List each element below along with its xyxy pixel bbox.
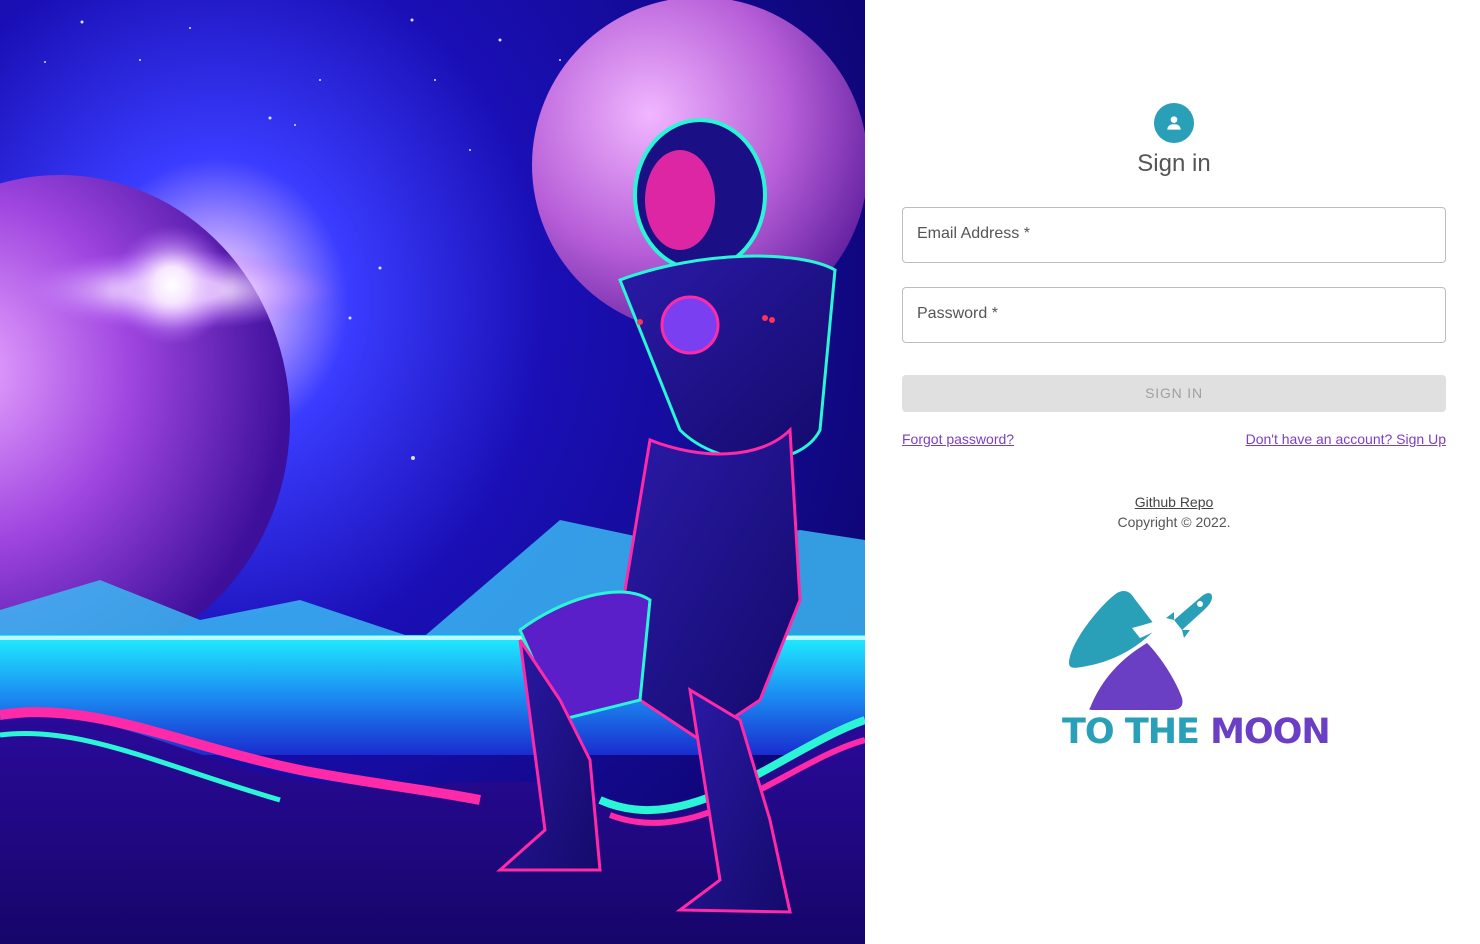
email-field[interactable]: Email Address * [902, 207, 1446, 263]
sign-up-link[interactable]: Don't have an account? Sign Up [1246, 431, 1446, 447]
email-field-label: Email Address * [917, 225, 1030, 242]
password-field-label: Password * [917, 305, 998, 322]
avatar [1154, 103, 1194, 143]
person-icon [1167, 116, 1181, 130]
page-title: Sign in [1137, 150, 1211, 177]
to-the-moon-logo: TO THE MOON [1062, 588, 1331, 758]
login-panel: Sign in Email Address * Password * SIGN … [865, 0, 1480, 944]
hero-illustration [0, 0, 865, 944]
github-repo-link[interactable]: Github Repo [902, 494, 1446, 510]
login-page: Sign in Email Address * Password * SIGN … [0, 0, 1480, 944]
sign-in-button[interactable]: SIGN IN [902, 375, 1446, 412]
forgot-password-link[interactable]: Forgot password? [902, 431, 1014, 447]
moon-rocket-logo-graphic [1069, 590, 1212, 710]
logo-text-part1: TO THE [1062, 712, 1211, 752]
logo-text: TO THE MOON [1062, 712, 1331, 752]
password-field[interactable]: Password * [902, 287, 1446, 343]
logo-text-part2: MOON [1210, 712, 1331, 752]
astronaut-scene-image [0, 0, 865, 944]
copyright-text: Copyright © 2022. [1117, 514, 1231, 530]
rocket-icon [1166, 593, 1212, 638]
github-repo-link-text[interactable]: Github Repo [1135, 494, 1214, 510]
